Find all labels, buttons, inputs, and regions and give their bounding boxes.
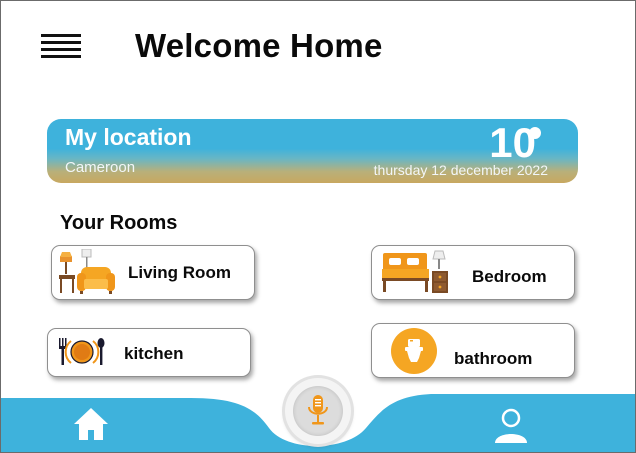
mic-button-inner bbox=[293, 386, 343, 436]
bed-nightstand-icon bbox=[382, 250, 448, 293]
location-title: My location bbox=[65, 124, 192, 150]
voice-assistant-button[interactable] bbox=[285, 378, 351, 444]
degree-icon bbox=[529, 127, 541, 139]
room-card-bedroom[interactable]: Bedroom bbox=[371, 245, 575, 300]
plate-fork-spoon-icon bbox=[59, 338, 105, 365]
sofa-lamp-icon bbox=[59, 249, 115, 294]
temperature-value: 10 bbox=[489, 119, 536, 166]
page-title: Welcome Home bbox=[135, 27, 383, 64]
rooms-section-title: Your Rooms bbox=[60, 212, 178, 234]
user-profile-icon[interactable] bbox=[492, 407, 530, 445]
home-icon[interactable] bbox=[72, 406, 110, 442]
room-label: bathroom bbox=[454, 349, 533, 368]
hamburger-menu-icon[interactable] bbox=[41, 34, 81, 60]
toilet-icon bbox=[391, 328, 437, 374]
room-card-bathroom[interactable]: bathroom bbox=[371, 323, 575, 378]
room-label: kitchen bbox=[124, 344, 184, 363]
microphone-icon bbox=[308, 395, 328, 425]
app-frame: Welcome Home My location Cameroon 10 thu… bbox=[0, 0, 636, 453]
room-card-kitchen[interactable]: kitchen bbox=[47, 328, 251, 377]
location-card[interactable]: My location Cameroon 10 thursday 12 dece… bbox=[47, 119, 578, 183]
location-date: thursday 12 december 2022 bbox=[373, 162, 548, 178]
room-label: Bedroom bbox=[472, 267, 547, 286]
room-label: Living Room bbox=[128, 263, 231, 282]
location-country: Cameroon bbox=[65, 159, 136, 176]
room-card-living-room[interactable]: Living Room bbox=[51, 245, 255, 300]
